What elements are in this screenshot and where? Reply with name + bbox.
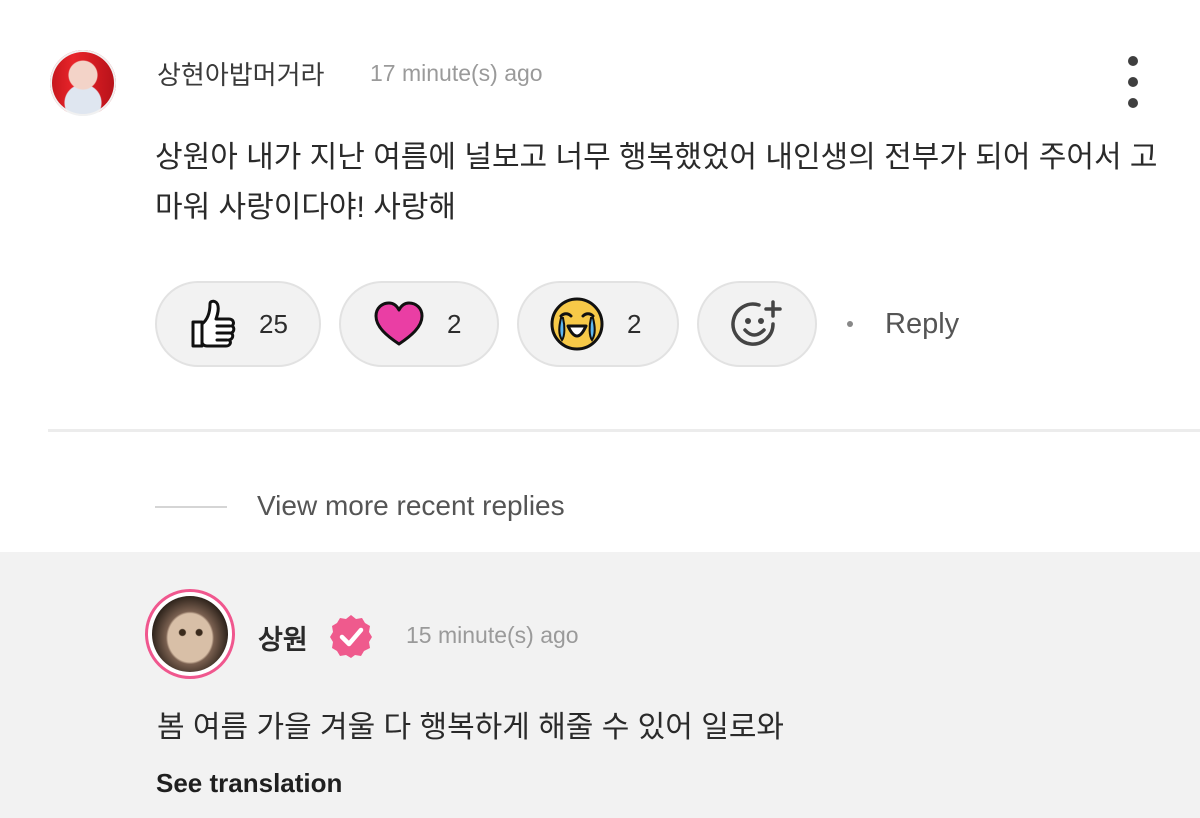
reply-text: 봄 여름 가을 겨울 다 행복하게 해줄 수 있어 일로와 — [157, 711, 785, 744]
view-more-replies[interactable]: View more recent replies — [0, 432, 1200, 552]
reaction-like-button[interactable]: 25 — [155, 281, 321, 367]
add-reaction-button[interactable] — [697, 281, 817, 367]
add-emoji-icon — [731, 300, 782, 346]
avatar[interactable] — [50, 50, 116, 116]
more-options-icon[interactable] — [1118, 56, 1148, 108]
separator-dot — [847, 321, 853, 327]
view-more-replies-label[interactable]: View more recent replies — [257, 490, 565, 522]
reaction-heart-button[interactable]: 2 — [339, 281, 499, 367]
reply-button[interactable]: Reply — [885, 308, 959, 341]
comment: 상현아밥머거라 17 minute(s) ago 상원아 내가 지난 여름에 널… — [0, 0, 1200, 432]
crying-face-icon — [550, 297, 604, 351]
reply-comment: 상원 15 minute(s) ago 봄 여름 가을 겨울 다 행복하게 해줄… — [0, 552, 1200, 818]
reaction-bar: 25 2 2 Reply — [155, 281, 959, 367]
comment-author[interactable]: 상현아밥머거라 — [157, 55, 324, 92]
thumbs-up-icon — [191, 299, 236, 348]
thread-line — [155, 506, 227, 508]
comment-timestamp: 17 minute(s) ago — [370, 60, 543, 86]
heart-count: 2 — [447, 308, 462, 339]
reply-avatar[interactable] — [145, 589, 235, 679]
verified-badge-icon — [330, 615, 372, 658]
see-translation-link[interactable]: See translation — [156, 768, 342, 799]
like-count: 25 — [259, 308, 288, 339]
reaction-cry-button[interactable]: 2 — [517, 281, 679, 367]
heart-icon — [374, 301, 424, 346]
reply-timestamp: 15 minute(s) ago — [406, 622, 579, 648]
reply-author[interactable]: 상원 — [258, 618, 308, 657]
comment-text: 상원아 내가 지난 여름에 널보고 너무 행복했었어 내인생의 전부가 되어 주… — [155, 141, 1158, 224]
cry-count: 2 — [627, 308, 642, 339]
